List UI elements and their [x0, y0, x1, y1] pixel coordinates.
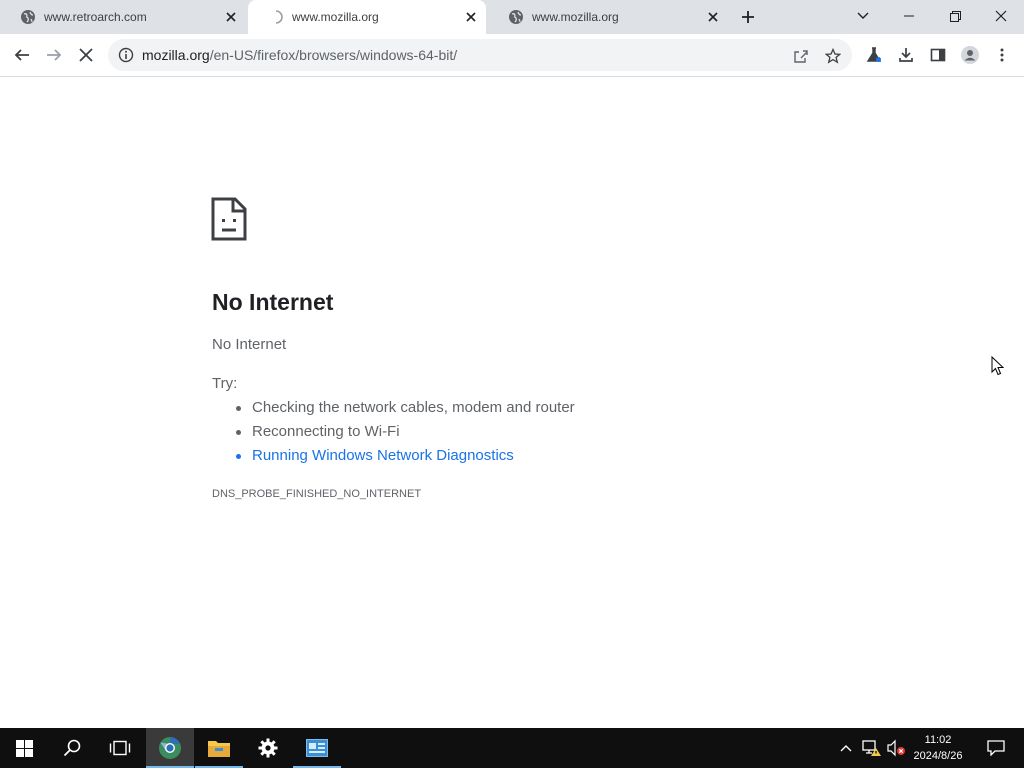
stop-icon: [79, 48, 93, 62]
taskbar-file-explorer[interactable]: [195, 728, 243, 768]
arrow-left-icon: [14, 49, 29, 61]
tab-title: www.mozilla.org: [292, 10, 379, 24]
url-text: mozilla.org/en-US/firefox/browsers/windo…: [142, 47, 457, 63]
kebab-menu-icon: [1000, 48, 1004, 62]
tab-mozilla[interactable]: www.mozilla.org: [488, 0, 728, 34]
bookmark-star-icon[interactable]: [822, 45, 844, 67]
flask-icon: [866, 47, 882, 62]
globe-icon: [20, 9, 36, 25]
minimize-icon: [904, 15, 914, 17]
taskbar-chrome[interactable]: [146, 728, 194, 768]
close-tab-icon[interactable]: [222, 8, 240, 26]
tab-title: www.mozilla.org: [532, 10, 619, 24]
show-hidden-icons-button[interactable]: [838, 728, 854, 768]
close-tab-icon[interactable]: [462, 8, 480, 26]
search-icon: [63, 739, 81, 757]
suggestion-list: Checking the network cables, modem and r…: [236, 399, 575, 471]
error-code: DNS_PROBE_FINISHED_NO_INTERNET: [212, 488, 422, 500]
search-button[interactable]: [48, 728, 96, 768]
taskbar-clock[interactable]: 11:02 2024/8/26: [906, 732, 970, 764]
volume-muted-icon[interactable]: [884, 728, 908, 768]
windows-logo-icon: [15, 739, 33, 757]
forward-button[interactable]: [40, 41, 68, 69]
sad-page-icon: [211, 197, 247, 246]
side-panel-button[interactable]: [924, 41, 952, 69]
stop-loading-button[interactable]: [72, 41, 100, 69]
folder-icon: [208, 741, 230, 757]
back-button[interactable]: [8, 41, 36, 69]
clock-date: 2024/8/26: [913, 750, 963, 762]
action-center-button[interactable]: [976, 728, 1016, 768]
error-title: No Internet: [212, 289, 334, 315]
restore-icon: [949, 10, 961, 22]
downloads-button[interactable]: [892, 41, 920, 69]
menu-button[interactable]: [988, 41, 1016, 69]
mouse-pointer-icon: [991, 355, 1005, 381]
url-host: mozilla.org: [142, 47, 210, 63]
clock-time: 11:02: [924, 734, 952, 746]
chrome-icon: [159, 737, 181, 759]
chevron-down-icon: [857, 12, 869, 19]
arrow-right-icon: [47, 49, 62, 61]
close-window-button[interactable]: [978, 0, 1024, 32]
error-message: No Internet: [212, 336, 287, 353]
address-bar[interactable]: mozilla.org/en-US/firefox/browsers/windo…: [108, 39, 852, 71]
list-item: Reconnecting to Wi-Fi: [236, 423, 575, 447]
avatar-icon: [961, 46, 979, 64]
labs-flask-button[interactable]: [860, 41, 888, 69]
plus-icon: [742, 11, 754, 23]
close-tab-icon[interactable]: [704, 8, 722, 26]
start-button[interactable]: [0, 728, 48, 768]
profile-button[interactable]: [956, 41, 984, 69]
loading-spinner-icon: [268, 9, 284, 25]
gear-icon: [258, 738, 278, 758]
taskbar: 11:02 2024/8/26: [0, 728, 1024, 768]
taskbar-settings[interactable]: [244, 728, 292, 768]
tab-search-button[interactable]: [840, 0, 886, 32]
notification-icon: [987, 740, 1005, 756]
try-label: Try:: [212, 375, 238, 392]
new-tab-button[interactable]: [736, 6, 760, 28]
chevron-up-icon: [840, 745, 852, 752]
close-icon: [995, 10, 1007, 22]
page-content: No Internet No Internet Try: Checking th…: [0, 78, 1024, 728]
globe-icon: [508, 9, 524, 25]
app-window-icon: [306, 739, 328, 757]
minimize-button[interactable]: [886, 0, 932, 32]
download-icon: [899, 48, 913, 62]
tab-title: www.retroarch.com: [44, 10, 147, 24]
url-path: /en-US/firefox/browsers/windows-64-bit/: [209, 47, 458, 63]
side-panel-icon: [930, 48, 946, 62]
task-view-icon: [109, 740, 131, 756]
list-item: Checking the network cables, modem and r…: [236, 399, 575, 423]
network-diagnostics-link[interactable]: Running Windows Network Diagnostics: [236, 447, 575, 471]
site-info-icon[interactable]: [118, 47, 134, 63]
browser-toolbar: mozilla.org/en-US/firefox/browsers/windo…: [0, 34, 1024, 77]
share-icon[interactable]: [790, 45, 812, 67]
tab-mozilla-active[interactable]: www.mozilla.org: [248, 0, 486, 34]
network-status-icon[interactable]: [860, 728, 884, 768]
task-view-button[interactable]: [96, 728, 144, 768]
restore-button[interactable]: [932, 0, 978, 32]
tab-strip: www.retroarch.com www.mozilla.org www.mo…: [0, 0, 1024, 34]
taskbar-app[interactable]: [293, 728, 341, 768]
tab-retroarch[interactable]: www.retroarch.com: [0, 0, 246, 34]
